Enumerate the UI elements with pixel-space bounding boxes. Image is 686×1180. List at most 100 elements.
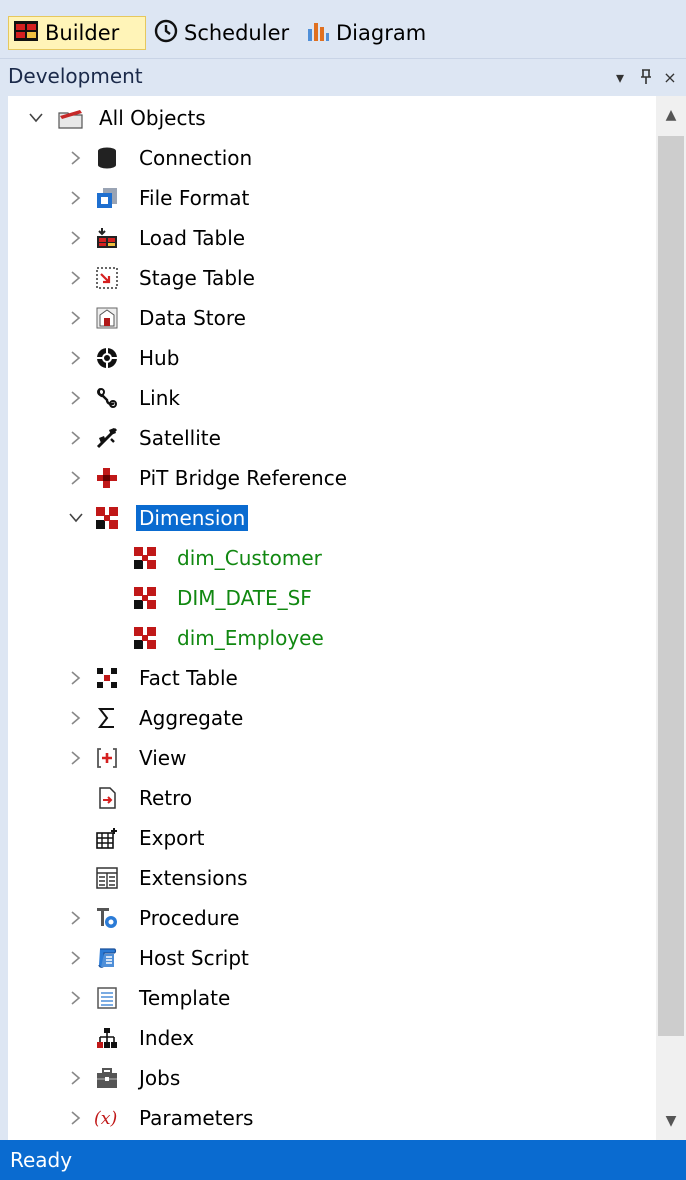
chevron-right-icon[interactable]	[68, 458, 84, 498]
chevron-down-icon[interactable]	[28, 98, 44, 138]
tree-item-link[interactable]: Link	[8, 378, 648, 418]
dimension-icon	[132, 545, 158, 571]
tab-label: Builder	[45, 21, 120, 45]
jobs-icon	[94, 1065, 120, 1091]
tree-item-index[interactable]: Index	[8, 1018, 648, 1058]
tree-item-export[interactable]: Export	[8, 818, 648, 858]
view-icon	[94, 745, 120, 771]
host-script-icon	[94, 945, 120, 971]
tab-scheduler[interactable]: Scheduler	[150, 16, 298, 50]
panel-header: Development ▾ ×	[0, 58, 686, 96]
tree-item-label: dim_Employee	[177, 626, 324, 650]
tree-item-label: dim_Customer	[177, 546, 322, 570]
tree-item-label: All Objects	[99, 106, 206, 130]
dimension-icon	[132, 625, 158, 651]
tree-item-label: Dimension	[136, 505, 249, 531]
tree-item-parameters[interactable]: (x) Parameters	[8, 1098, 648, 1138]
tree-item-view[interactable]: View	[8, 738, 648, 778]
tree-item-dimension[interactable]: Dimension	[8, 498, 648, 538]
clock-icon	[154, 19, 178, 48]
tree-item-label: View	[139, 746, 187, 770]
tree-item-host-script[interactable]: Host Script	[8, 938, 648, 978]
tree-item-file-format[interactable]: File Format	[8, 178, 648, 218]
data-store-icon	[94, 305, 120, 331]
pin-icon	[641, 69, 651, 84]
tree-item-label: PiT Bridge Reference	[139, 466, 348, 490]
chevron-right-icon[interactable]	[68, 1058, 84, 1098]
dropdown-button[interactable]: ▾	[610, 65, 630, 89]
chevron-right-icon[interactable]	[68, 378, 84, 418]
chevron-right-icon[interactable]	[68, 138, 84, 178]
chevron-right-icon[interactable]	[68, 338, 84, 378]
chevron-right-icon[interactable]	[68, 1098, 84, 1138]
tree-item-aggregate[interactable]: Aggregate	[8, 698, 648, 738]
tree-item-label: Export	[139, 826, 205, 850]
fact-table-icon	[94, 665, 120, 691]
object-tree: All Objects Connection File Format Load Tab…	[0, 96, 686, 1140]
chevron-right-icon[interactable]	[68, 298, 84, 338]
scroll-down-icon[interactable]: ▼	[656, 1106, 686, 1136]
tree-item-connection[interactable]: Connection	[8, 138, 648, 178]
retro-icon	[94, 785, 120, 811]
tree-item-label: Link	[139, 386, 180, 410]
tree-item-dim-employee[interactable]: dim_Employee	[8, 618, 648, 658]
scroll-up-icon[interactable]: ▲	[656, 100, 686, 130]
document-tab-bar: Builder Scheduler Diagram	[0, 0, 686, 58]
chevron-right-icon[interactable]	[68, 218, 84, 258]
tree-item-pit-bridge-reference[interactable]: PiT Bridge Reference	[8, 458, 648, 498]
chevron-right-icon[interactable]	[68, 738, 84, 778]
dimension-icon	[132, 585, 158, 611]
tab-label: Scheduler	[184, 21, 290, 45]
folder-icon	[58, 105, 84, 131]
chevron-right-icon[interactable]	[68, 418, 84, 458]
tree-item-label: Parameters	[139, 1106, 254, 1130]
tree-root-all-objects[interactable]: All Objects	[8, 98, 648, 138]
tab-diagram[interactable]: Diagram	[302, 16, 444, 50]
parameters-icon: (x)	[94, 1105, 120, 1131]
link-icon	[94, 385, 120, 411]
scroll-thumb[interactable]	[658, 136, 684, 1036]
extensions-icon	[94, 865, 120, 891]
database-icon	[94, 145, 120, 171]
tree-item-label: Template	[139, 986, 231, 1010]
chevron-right-icon[interactable]	[68, 898, 84, 938]
tree-item-procedure[interactable]: Procedure	[8, 898, 648, 938]
tree-item-template[interactable]: Template	[8, 978, 648, 1018]
tree-item-label: Load Table	[139, 226, 246, 250]
vertical-scrollbar[interactable]: ▲ ▼	[656, 96, 686, 1140]
tree-item-label: Stage Table	[139, 266, 255, 290]
chevron-right-icon[interactable]	[68, 978, 84, 1018]
tree-item-label: Data Store	[139, 306, 246, 330]
chevron-right-icon[interactable]	[68, 938, 84, 978]
tree-item-satellite[interactable]: Satellite	[8, 418, 648, 458]
tree-item-label: DIM_DATE_SF	[177, 586, 312, 610]
tree-item-extensions[interactable]: Extensions	[8, 858, 648, 898]
close-button[interactable]: ×	[660, 65, 680, 89]
tree-item-dim-date-sf[interactable]: DIM_DATE_SF	[8, 578, 648, 618]
chevron-right-icon[interactable]	[68, 658, 84, 698]
tree-item-label: Retro	[139, 786, 193, 810]
tab-label: Diagram	[336, 21, 427, 45]
hub-icon	[94, 345, 120, 371]
tree-item-hub[interactable]: Hub	[8, 338, 648, 378]
tree-item-label: Satellite	[139, 426, 221, 450]
tree-item-stage-table[interactable]: Stage Table	[8, 258, 648, 298]
tab-builder[interactable]: Builder	[8, 16, 146, 50]
chevron-right-icon[interactable]	[68, 258, 84, 298]
chevron-right-icon[interactable]	[68, 178, 84, 218]
index-icon	[94, 1025, 120, 1051]
tree-item-label: Host Script	[139, 946, 249, 970]
tree-item-jobs[interactable]: Jobs	[8, 1058, 648, 1098]
chevron-right-icon[interactable]	[68, 698, 84, 738]
tree-item-data-store[interactable]: Data Store	[8, 298, 648, 338]
chevron-down-icon[interactable]	[68, 498, 84, 538]
pit-bridge-icon	[94, 465, 120, 491]
tree-item-dim-customer[interactable]: dim_Customer	[8, 538, 648, 578]
status-bar: Ready	[0, 1140, 686, 1180]
pin-button[interactable]	[636, 65, 656, 89]
tree-item-retro[interactable]: Retro	[8, 778, 648, 818]
tree-item-fact-table[interactable]: Fact Table	[8, 658, 648, 698]
file-format-icon	[94, 185, 120, 211]
tree-item-load-table[interactable]: Load Table	[8, 218, 648, 258]
bar-chart-icon	[306, 19, 330, 48]
